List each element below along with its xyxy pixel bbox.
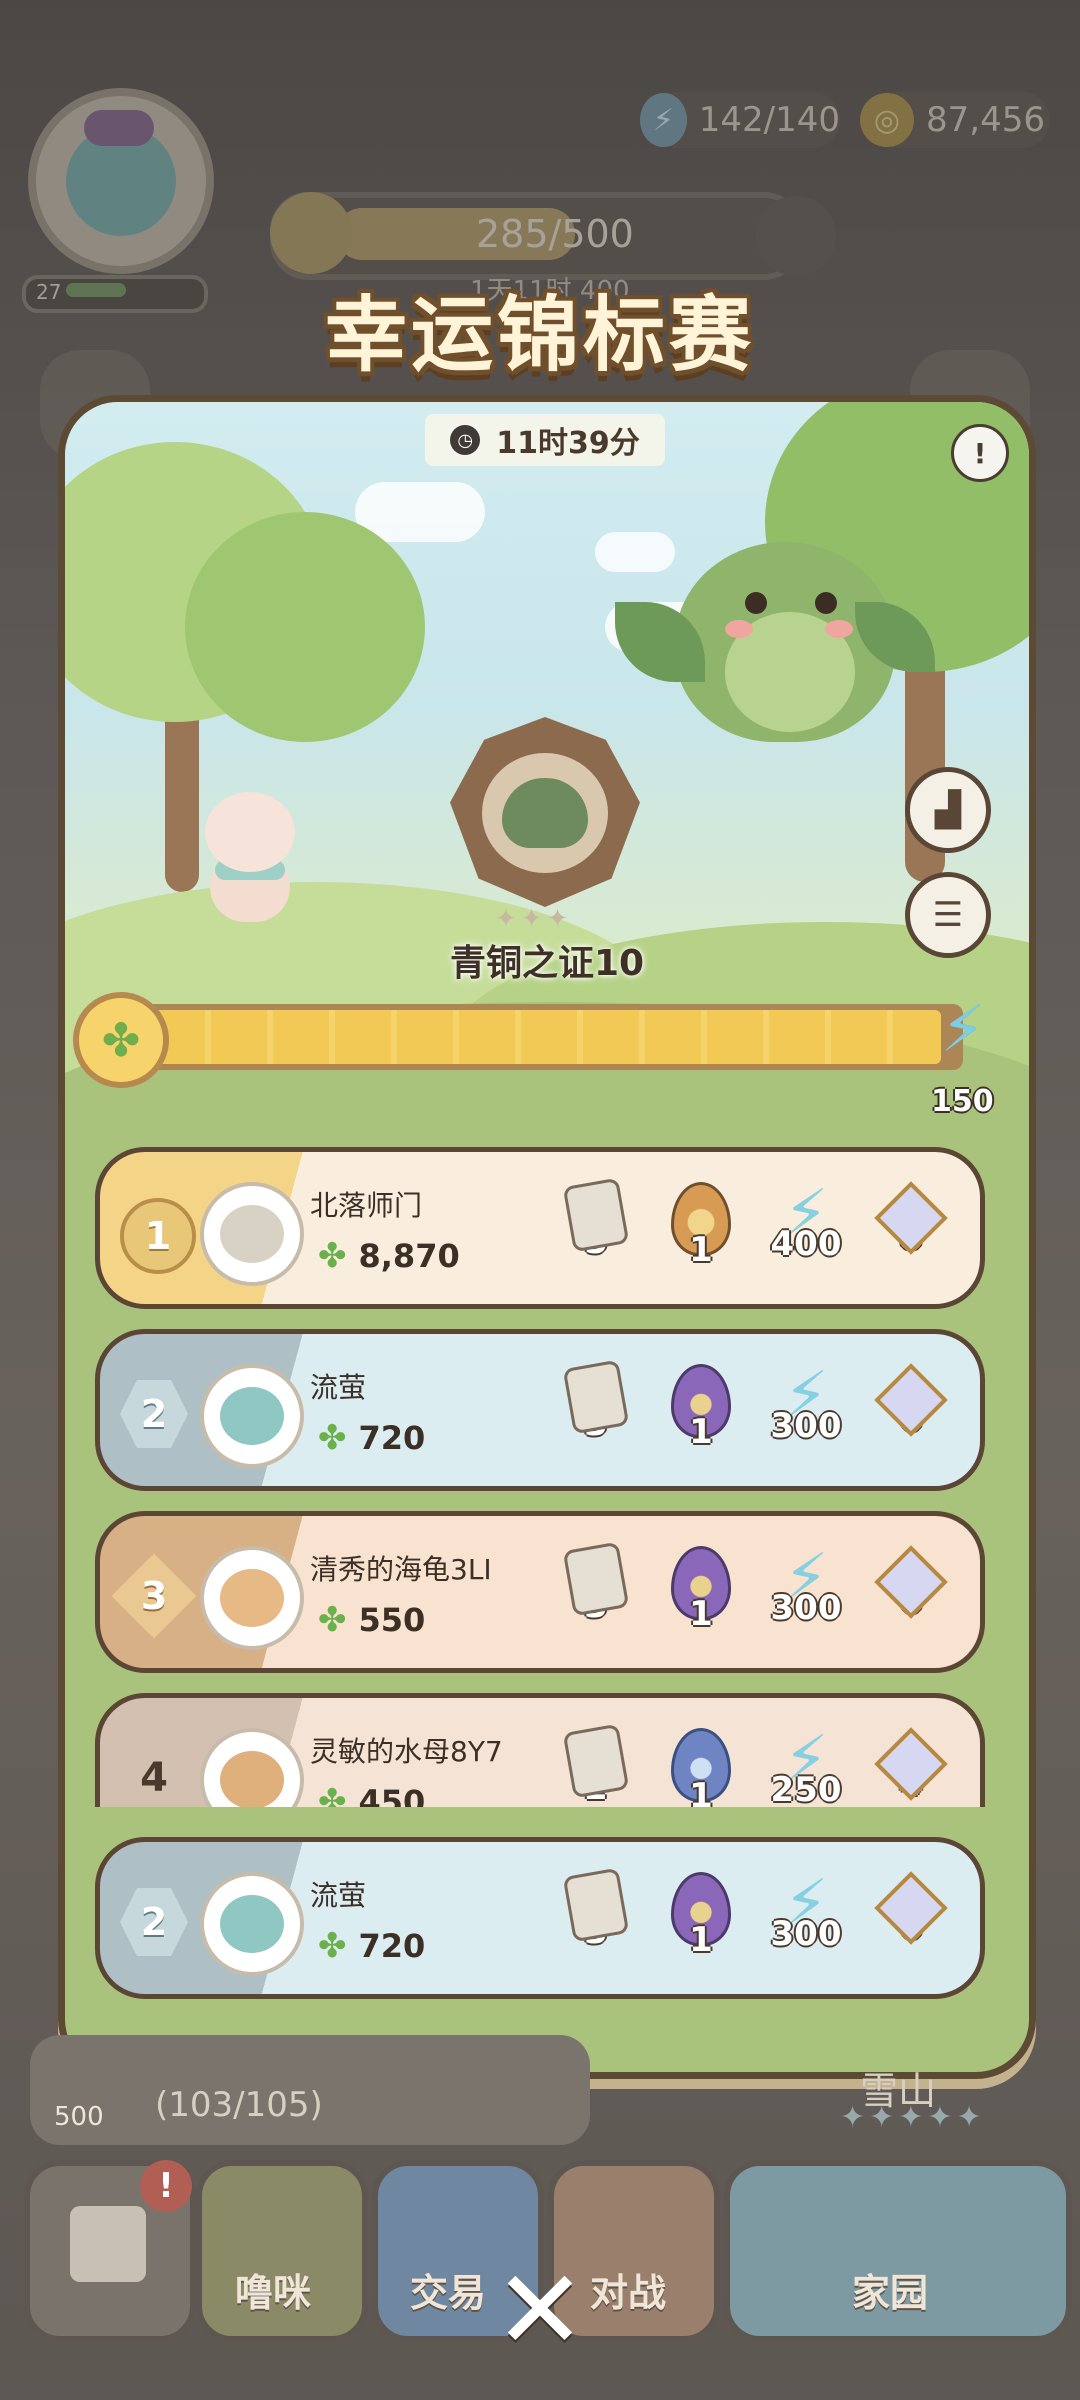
reward-card: 3	[560, 1867, 632, 1982]
clover-icon: ✤	[318, 1418, 347, 1458]
player-score: ✤ 8,870	[318, 1236, 460, 1276]
green-bird-mascot	[615, 542, 935, 742]
avatar	[200, 1872, 304, 1976]
rank-bronze-icon: 3	[111, 1553, 197, 1639]
player-name: 北落师门	[310, 1189, 423, 1222]
clover-icon: ✤	[73, 992, 169, 1088]
event-progress-fill	[149, 1010, 941, 1064]
nav-home-label: 家园	[852, 2271, 929, 2315]
clock-icon: ◷	[450, 425, 481, 455]
card-pack-icon	[562, 1867, 630, 1943]
clover-icon: ✤	[318, 1782, 347, 1807]
card-pack-icon	[562, 1177, 630, 1253]
event-timer: ◷ 11时39分	[425, 414, 665, 466]
reward-gem: 4	[874, 1727, 948, 1807]
background-count: 500	[54, 2102, 104, 2132]
rank-silver-icon: 2	[120, 1380, 188, 1448]
card-pack-icon	[562, 1359, 630, 1435]
reward-card: 2	[560, 1723, 632, 1807]
location-stars: ✦✦✦✦✦	[840, 2100, 986, 2135]
background-progress: (103/105)	[155, 2085, 323, 2125]
alert-badge: !	[140, 2160, 192, 2212]
event-timer-text: 11时39分	[496, 426, 640, 461]
player-name: 灵敏的水母8Y7	[310, 1735, 503, 1768]
avatar	[200, 1364, 304, 1468]
reward-gem: 6	[874, 1363, 948, 1474]
reward-egg: 1	[665, 1872, 737, 1982]
reward-card: 5	[560, 1177, 632, 1292]
rank-number: 4	[140, 1755, 168, 1801]
reward-energy: ⚡ 300	[770, 1359, 842, 1446]
leaderboard-row[interactable]: 1 北落师门 ✤8,870 5 1 ⚡400 8	[95, 1147, 985, 1309]
clover-icon: ✤	[318, 1600, 347, 1640]
avatar	[200, 1182, 304, 1286]
slime-icon	[502, 778, 588, 848]
nav-trade-label: 交易	[410, 2271, 487, 2315]
reward-egg: 1	[665, 1728, 737, 1807]
player-score: ✤ 550	[318, 1600, 426, 1640]
self-rank-row[interactable]: 2 流萤 ✤720 3 1 ⚡300 6	[95, 1837, 985, 1999]
reward-gem: 6	[874, 1545, 948, 1656]
leaderboard-row[interactable]: 3 清秀的海龟3LI ✤550 3 1 ⚡300 6	[95, 1511, 985, 1673]
bronze-rank-badge[interactable]	[450, 717, 640, 907]
reward-egg: 1	[665, 1182, 737, 1292]
player-score: ✤ 720	[318, 1926, 426, 1966]
reward-energy: ⚡ 250	[770, 1723, 842, 1807]
rank-silver-icon: 2	[120, 1888, 188, 1956]
leaderboard-row[interactable]: 4 灵敏的水母8Y7 ✤450 2 1 ⚡250 4	[95, 1693, 985, 1807]
reward-egg: 1	[665, 1364, 737, 1474]
card-pack-icon	[562, 1723, 630, 1799]
reward-energy: ⚡ 400	[770, 1177, 842, 1264]
card-pack-icon	[562, 1541, 630, 1617]
nav-battle-label: 对战	[590, 2271, 667, 2315]
reward-gem: 8	[874, 1181, 948, 1292]
player-name: 清秀的海龟3LI	[310, 1553, 492, 1586]
event-title: 幸运锦标赛	[324, 288, 755, 383]
progress-reward-value: 150	[931, 1084, 994, 1119]
avatar	[200, 1546, 304, 1650]
reward-energy: ⚡ 300	[770, 1541, 842, 1628]
grid-icon	[70, 2206, 146, 2282]
badge-stars: ✦✦✦	[495, 904, 573, 934]
reward-egg: 1	[665, 1546, 737, 1656]
reward-gem: 6	[874, 1871, 948, 1982]
leaderboard-list[interactable]: 1 北落师门 ✤8,870 5 1 ⚡400 8 2 流萤 ✤720 3 1 ⚡…	[65, 1147, 1029, 2072]
player-name: 流萤	[310, 1371, 367, 1404]
leaderboard-row[interactable]: 2 流萤 ✤720 3 1 ⚡300 6	[95, 1329, 985, 1491]
leaderboard-button[interactable]: ▟	[905, 767, 991, 853]
clover-icon: ✤	[318, 1236, 347, 1276]
lightning-reward-icon[interactable]: ⚡	[923, 982, 1003, 1078]
badge-name: 青铜之证10	[449, 943, 645, 984]
clover-icon: ✤	[318, 1926, 347, 1966]
player-score: ✤ 720	[318, 1418, 426, 1458]
avatar	[200, 1728, 304, 1807]
event-panel: ◷ 11时39分 ! ▟ ☰ ✦✦✦ 青铜之证10 ✤ ⚡ 150 1 北落师门…	[58, 395, 1036, 2079]
close-icon[interactable]: ✕	[490, 2255, 590, 2365]
deer-mascot	[185, 782, 315, 922]
player-name: 流萤	[310, 1879, 367, 1912]
info-button[interactable]: !	[951, 424, 1009, 482]
rank-gold-icon: 1	[120, 1198, 196, 1274]
nav-lumi-label: 噜咪	[235, 2271, 312, 2315]
reward-energy: ⚡ 300	[770, 1867, 842, 1954]
reward-card: 3	[560, 1359, 632, 1474]
player-score: ✤ 450	[318, 1782, 425, 1807]
reward-card: 3	[560, 1541, 632, 1656]
event-progress-bar: ✤ ⚡	[73, 992, 1013, 1088]
event-banner: ◷ 11时39分 ! ▟ ☰ ✦✦✦ 青铜之证10 ✤ ⚡ 150	[65, 402, 1029, 1262]
